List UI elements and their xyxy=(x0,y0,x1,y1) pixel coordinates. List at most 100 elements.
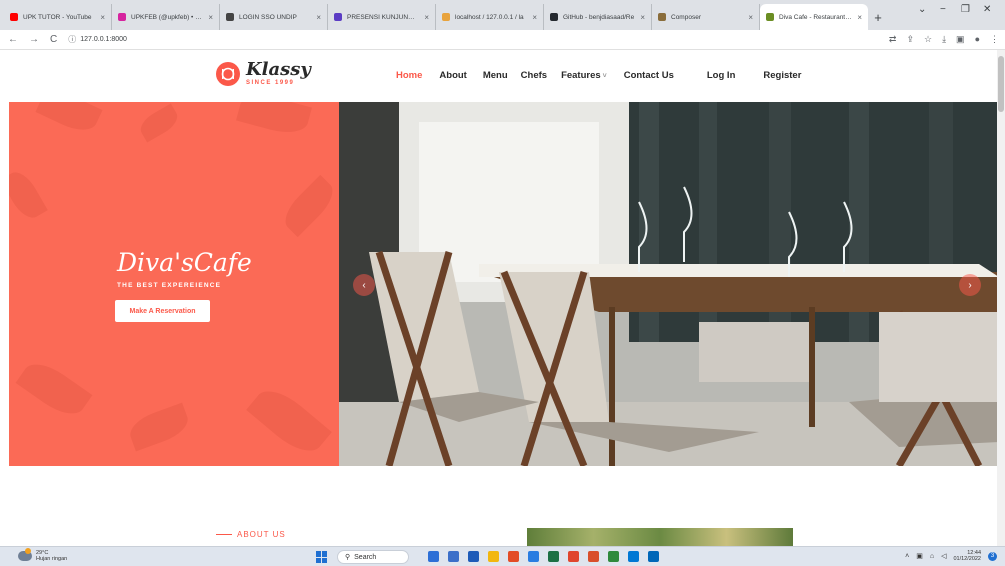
browser-tab[interactable]: Diva Cafe - Restaurant HT × xyxy=(760,4,868,30)
tab-close-icon[interactable]: × xyxy=(857,13,862,22)
browser-tab[interactable]: LOGIN SSO UNDIP × xyxy=(220,4,328,30)
taskbar-app-icon[interactable] xyxy=(428,551,439,562)
windows-start-icon[interactable] xyxy=(316,551,328,563)
volume-icon[interactable]: ◁ xyxy=(941,552,946,560)
carousel-prev-button[interactable]: ‹ xyxy=(353,274,375,296)
hero-restaurant-image: ‹ › xyxy=(339,102,999,466)
nav-label: About xyxy=(439,70,467,81)
logo-name: Klassy xyxy=(246,59,311,80)
back-icon[interactable]: ← xyxy=(8,34,18,45)
taskbar-app-icon[interactable] xyxy=(548,551,559,562)
close-window-icon[interactable]: ✕ xyxy=(983,4,991,15)
nav-home[interactable]: Home xyxy=(396,70,422,81)
menu-icon[interactable]: ⋮ xyxy=(990,34,999,45)
taskbar-app-icon[interactable] xyxy=(608,551,619,562)
taskbar-search-box[interactable]: ⚲ Search xyxy=(337,550,409,564)
hero-tagline: THE BEST EXPEREIENCE xyxy=(117,282,222,289)
browser-tab[interactable]: PRESENSI KUNJUNGAN × xyxy=(328,4,436,30)
nav-label: Register xyxy=(763,70,802,81)
tray-chevron-icon[interactable]: ˄ xyxy=(905,553,909,560)
weather-widget[interactable]: 29°C Hujan ringan xyxy=(18,548,67,562)
tab-search-icon[interactable]: ⌄ xyxy=(918,4,926,15)
share-icon[interactable]: ⇪ xyxy=(906,34,914,45)
nav-contact-us[interactable]: Contact Us xyxy=(624,70,674,81)
nav-about[interactable]: About xyxy=(439,70,466,81)
tab-close-icon[interactable]: × xyxy=(424,13,429,22)
tab-close-icon[interactable]: × xyxy=(748,13,753,22)
about-line-decoration xyxy=(216,534,232,535)
browser-tab[interactable]: localhost / 127.0.0.1 / la × xyxy=(436,4,544,30)
tab-title: localhost / 127.0.0.1 / la xyxy=(455,13,524,21)
hero-text-panel: Diva'sCafe THE BEST EXPEREIENCE Make A R… xyxy=(9,102,339,466)
reload-icon[interactable]: C xyxy=(50,34,57,45)
minimize-icon[interactable]: − xyxy=(940,4,946,15)
site-header: Klassy SINCE 1999 Home About Menu Chefs Feat… xyxy=(0,50,1005,102)
tab-favicon-icon xyxy=(118,13,126,21)
new-tab-button[interactable]: + xyxy=(868,4,888,30)
nav-label: Home xyxy=(396,70,423,81)
forward-icon[interactable]: → xyxy=(29,34,39,45)
tray-app-icon[interactable]: ▣ xyxy=(916,552,923,560)
translate-icon[interactable]: ⇄ xyxy=(889,34,897,45)
taskbar-app-icon[interactable] xyxy=(528,551,539,562)
page-scrollbar[interactable] xyxy=(997,50,1005,546)
star-icon[interactable]: ☆ xyxy=(924,34,932,45)
url-field[interactable]: 127.0.0.1:8000 xyxy=(80,36,127,43)
nav-label: Contact Us xyxy=(623,70,674,81)
carousel-next-button[interactable]: › xyxy=(959,274,981,296)
browser-tab[interactable]: GitHub - benjdiasaad/Re × xyxy=(544,4,652,30)
browser-tab[interactable]: UPKFEB (@upkfeb) • Foto × xyxy=(112,4,220,30)
tab-title: PRESENSI KUNJUNGAN xyxy=(347,13,420,21)
tab-close-icon[interactable]: × xyxy=(640,13,645,22)
browser-tab[interactable]: Composer × xyxy=(652,4,760,30)
taskbar-app-icon[interactable] xyxy=(488,551,499,562)
scrollbar-thumb[interactable] xyxy=(998,56,1004,112)
hero-banner: Diva'sCafe THE BEST EXPEREIENCE Make A R… xyxy=(9,102,999,466)
about-image xyxy=(527,528,793,546)
sidebar-icon[interactable]: ▣ xyxy=(956,34,965,45)
about-label-text: ABOUT US xyxy=(237,530,286,539)
taskbar-clock[interactable]: 12:44 01/12/2022 xyxy=(953,550,981,562)
make-reservation-button[interactable]: Make A Reservation xyxy=(115,300,210,322)
taskbar-app-icon[interactable] xyxy=(468,551,479,562)
taskbar-app-icon[interactable] xyxy=(448,551,459,562)
system-tray: ˄ ▣ ⌂ ◁ 12:44 01/12/2022 3 xyxy=(905,550,997,562)
tab-close-icon[interactable]: × xyxy=(316,13,321,22)
tab-list: UPK TUTOR - YouTube × UPKFEB (@upkfeb) • F… xyxy=(4,4,868,30)
taskbar-app-icon[interactable] xyxy=(648,551,659,562)
profile-icon[interactable]: ● xyxy=(975,34,980,45)
nav-chefs[interactable]: Chefs xyxy=(521,70,547,81)
taskbar-apps xyxy=(428,551,659,562)
taskbar-app-icon[interactable] xyxy=(628,551,639,562)
tab-title: UPK TUTOR - YouTube xyxy=(23,13,92,21)
tab-favicon-icon xyxy=(442,13,450,21)
nav-label: Menu xyxy=(482,70,508,81)
tab-close-icon[interactable]: × xyxy=(208,13,213,22)
tab-favicon-icon xyxy=(10,13,18,21)
nav-features[interactable]: Features ˅ xyxy=(561,70,607,81)
search-label: Search xyxy=(354,553,377,561)
download-icon[interactable]: ⤓ xyxy=(942,34,946,45)
browser-tab[interactable]: UPK TUTOR - YouTube × xyxy=(4,4,112,30)
notification-badge[interactable]: 3 xyxy=(988,551,997,561)
nav-label: Features xyxy=(561,70,601,81)
taskbar-app-icon[interactable] xyxy=(588,551,599,562)
site-logo[interactable]: Klassy SINCE 1999 xyxy=(216,61,311,86)
nav-register[interactable]: Register xyxy=(763,70,801,81)
tab-close-icon[interactable]: × xyxy=(100,13,105,22)
network-icon[interactable]: ⌂ xyxy=(930,553,934,560)
tab-favicon-icon xyxy=(550,13,558,21)
tab-close-icon[interactable]: × xyxy=(532,13,537,22)
site-info-icon[interactable]: ⓘ xyxy=(68,34,76,45)
restore-icon[interactable]: ❐ xyxy=(961,4,970,15)
hero-brand-title: Diva'sCafe xyxy=(117,248,252,277)
nav-label: Log In xyxy=(706,70,736,81)
nav-log-in[interactable]: Log In xyxy=(707,70,736,81)
browser-tab-strip: UPK TUTOR - YouTube × UPKFEB (@upkfeb) • F… xyxy=(0,0,1005,30)
taskbar-app-icon[interactable] xyxy=(568,551,579,562)
nav-menu[interactable]: Menu xyxy=(483,70,508,81)
main-nav: Home About Menu Chefs Features ˅ Contact Us Lo… xyxy=(396,70,801,81)
browser-toolbar-icons: ⇄ ⇪ ☆ ⤓ ▣ ● ⋮ xyxy=(889,34,999,45)
taskbar-app-icon[interactable] xyxy=(508,551,519,562)
windows-taskbar: 29°C Hujan ringan ⚲ Search ˄ ▣ ⌂ ◁ 12:44… xyxy=(0,546,1005,566)
